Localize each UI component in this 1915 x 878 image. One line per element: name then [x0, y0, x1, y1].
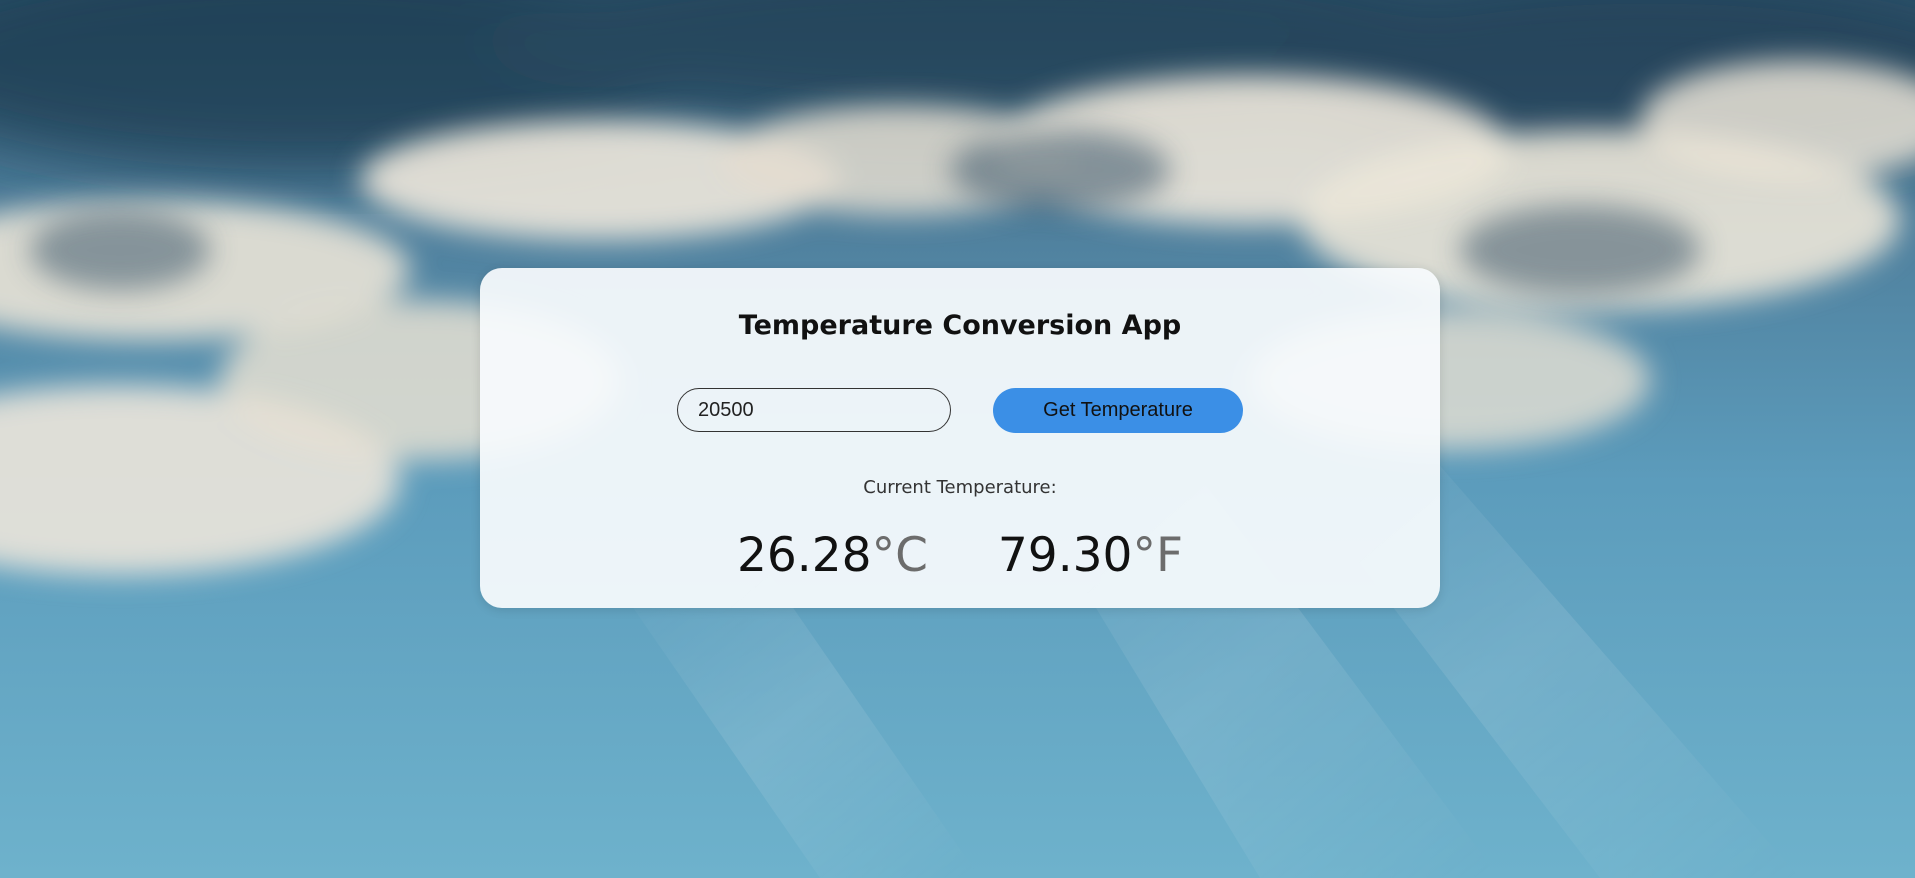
zip-code-input[interactable] [677, 388, 951, 432]
celsius-unit: °C [871, 528, 928, 583]
celsius-reading: 26.28°C [737, 528, 928, 583]
conversion-card: Temperature Conversion App Get Temperatu… [480, 268, 1440, 608]
app-title: Temperature Conversion App [738, 310, 1182, 341]
current-temperature-label: Current Temperature: [863, 477, 1057, 498]
temperature-readout: 26.28°C 79.30°F [480, 528, 1440, 583]
fahrenheit-reading: 79.30°F [998, 528, 1183, 583]
celsius-value: 26.28 [737, 528, 872, 583]
fahrenheit-unit: °F [1132, 528, 1183, 583]
get-temperature-button[interactable]: Get Temperature [993, 388, 1243, 433]
fahrenheit-value: 79.30 [997, 528, 1133, 583]
